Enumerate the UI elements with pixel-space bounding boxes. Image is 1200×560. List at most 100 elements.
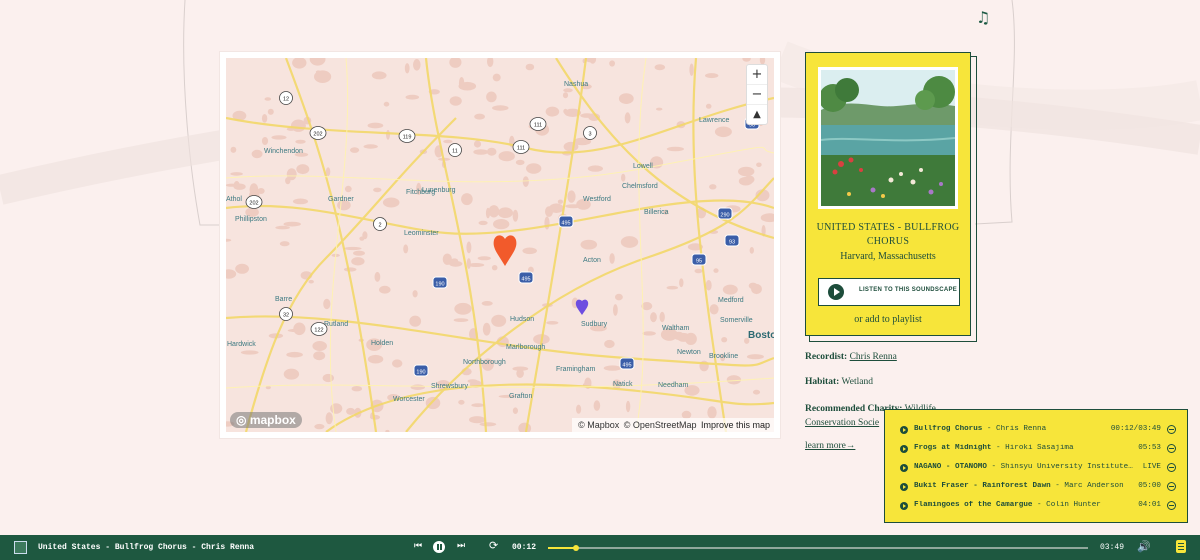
recordist-label: Recordist: [805, 352, 848, 362]
queue-item[interactable]: Bukit Fraser - Rainforest Dawn - Marc An… [885, 481, 1187, 495]
route-shield: 111 [512, 140, 530, 154]
mapbox-logo[interactable]: ◎ mapbox [230, 412, 302, 428]
mapbox-logo-text: mapbox [249, 413, 296, 427]
play-icon[interactable] [900, 483, 908, 491]
progress-bar[interactable] [548, 545, 1088, 551]
pause-button[interactable] [433, 541, 445, 553]
route-shield: 12 [279, 91, 293, 105]
remove-icon[interactable] [1167, 444, 1176, 453]
place-label: Newton [677, 349, 701, 356]
map-controls: + − ▲ [746, 64, 768, 125]
place-label: Brookline [709, 353, 738, 360]
place-label: Westford [583, 196, 611, 203]
play-queue: Bullfrog Chorus - Chris Renna 00:12/03:4… [884, 409, 1188, 523]
place-label: Acton [583, 257, 601, 264]
svg-text:111: 111 [517, 145, 525, 151]
place-label: Rutland [324, 321, 348, 328]
compass-icon[interactable]: ▲ [747, 105, 767, 124]
remove-icon[interactable] [1167, 463, 1176, 472]
zoom-in-button[interactable]: + [747, 65, 767, 85]
habitat-line: Habitat: Wetland [805, 377, 873, 387]
route-shield: 495 [619, 357, 635, 370]
queue-item-title: Bukit Fraser - Rainforest Dawn [914, 482, 1051, 490]
svg-text:32: 32 [283, 312, 289, 318]
queue-item-time: 04:01 [1138, 501, 1161, 509]
place-label: Phillipston [235, 216, 267, 223]
route-shield: 111 [529, 117, 547, 131]
queue-item[interactable]: Bullfrog Chorus - Chris Renna 00:12/03:4… [885, 424, 1187, 438]
svg-text:95: 95 [696, 258, 702, 264]
queue-item-artist: - Hiroki Sasajima [991, 444, 1074, 452]
recordist-link[interactable]: Chris Renna [850, 352, 897, 362]
place-label: Framingham [556, 366, 595, 373]
place-label: Worcester [393, 396, 425, 403]
play-icon[interactable] [900, 426, 908, 434]
queue-item-title: Frogs at Midnight [914, 444, 992, 452]
remove-icon[interactable] [1167, 501, 1176, 510]
place-label: Needham [658, 382, 689, 389]
place-label: Hudson [510, 316, 534, 323]
place-label: Marlborough [506, 344, 545, 351]
artwork-thumbnail-icon[interactable] [14, 541, 27, 554]
place-label: Lawrence [699, 117, 729, 124]
queue-toggle-icon[interactable] [1176, 540, 1186, 553]
volume-icon[interactable]: 🔊 [1137, 540, 1151, 553]
osm-attribution-link[interactable]: © OpenStreetMap [624, 420, 697, 430]
remove-icon[interactable] [1167, 482, 1176, 491]
place-label: Winchendon [264, 148, 303, 155]
music-note-icon[interactable]: ♫ [976, 8, 990, 27]
wetland-painting [819, 70, 956, 206]
queue-item-time: 00:12/03:49 [1110, 425, 1161, 433]
play-icon[interactable] [900, 502, 908, 510]
place-label: Somerville [720, 317, 753, 324]
listen-button[interactable]: LISTEN TO THIS SOUNDSCAPE [818, 278, 960, 306]
play-icon[interactable] [900, 445, 908, 453]
queue-item-artist: - Chris Renna [982, 425, 1047, 433]
route-shield: 495 [518, 271, 534, 284]
play-icon[interactable] [900, 464, 908, 472]
place-label: Sudbury [581, 321, 608, 328]
svg-text:202: 202 [249, 200, 258, 206]
place-label: Grafton [509, 393, 532, 400]
charity-link-continued[interactable]: Conservation Socie [805, 418, 879, 428]
queue-item[interactable]: Frogs at Midnight - Hiroki Sasajima 05:5… [885, 443, 1187, 457]
svg-text:495: 495 [622, 362, 631, 368]
queue-item[interactable]: Flamingoes of the Camargue - Colin Hunte… [885, 500, 1187, 514]
queue-item[interactable]: NAGANO - OTANOMO - Shinsyu University In… [885, 462, 1187, 476]
svg-text:190: 190 [435, 281, 444, 287]
route-shield: 495 [558, 215, 574, 228]
svg-text:93: 93 [729, 239, 735, 245]
route-shield: 190 [432, 276, 448, 289]
recordist-line: Recordist: Chris Renna [805, 352, 897, 362]
add-to-playlist-link[interactable]: or add to playlist [806, 314, 970, 325]
svg-text:119: 119 [403, 134, 412, 140]
map-canvas[interactable]: Nashua Lawrence Winchendon Lowell Chelmsford… [226, 58, 774, 432]
svg-text:3: 3 [588, 131, 591, 137]
route-shield: 2 [373, 217, 387, 231]
route-shield: 119 [398, 129, 416, 143]
route-shield: 95 [691, 253, 707, 266]
route-shield: 11 [448, 143, 462, 157]
habitat-value: Wetland [841, 377, 873, 387]
mapbox-attribution-link[interactable]: © Mapbox [578, 420, 619, 430]
queue-item-title: NAGANO - OTANOMO [914, 463, 987, 471]
progress-handle[interactable] [573, 545, 580, 551]
place-label: Natick [613, 381, 633, 388]
place-label: Medford [718, 297, 744, 304]
learn-more-link[interactable]: learn more→ [805, 441, 855, 451]
next-icon[interactable]: ⏭ [457, 541, 465, 551]
queue-item-title: Flamingoes of the Camargue [914, 501, 1033, 509]
previous-icon[interactable]: ⏮ [414, 541, 422, 551]
improve-map-link[interactable]: Improve this map [701, 420, 770, 430]
place-label: Billerica [644, 209, 669, 216]
repeat-icon[interactable]: ⟳ [489, 539, 498, 552]
route-shield: 32 [279, 307, 293, 321]
zoom-out-button[interactable]: − [747, 85, 767, 105]
place-label: Athol [226, 196, 242, 203]
place-label: Barre [275, 296, 292, 303]
remove-icon[interactable] [1167, 425, 1176, 434]
map[interactable]: Nashua Lawrence Winchendon Lowell Chelmsford… [226, 58, 774, 432]
soundscape-location: Harvard, Massachusetts [840, 251, 936, 262]
soundscape-card: UNITED STATES - BULLFROG CHORUS Harvard,… [805, 52, 971, 336]
svg-text:111: 111 [534, 122, 542, 128]
